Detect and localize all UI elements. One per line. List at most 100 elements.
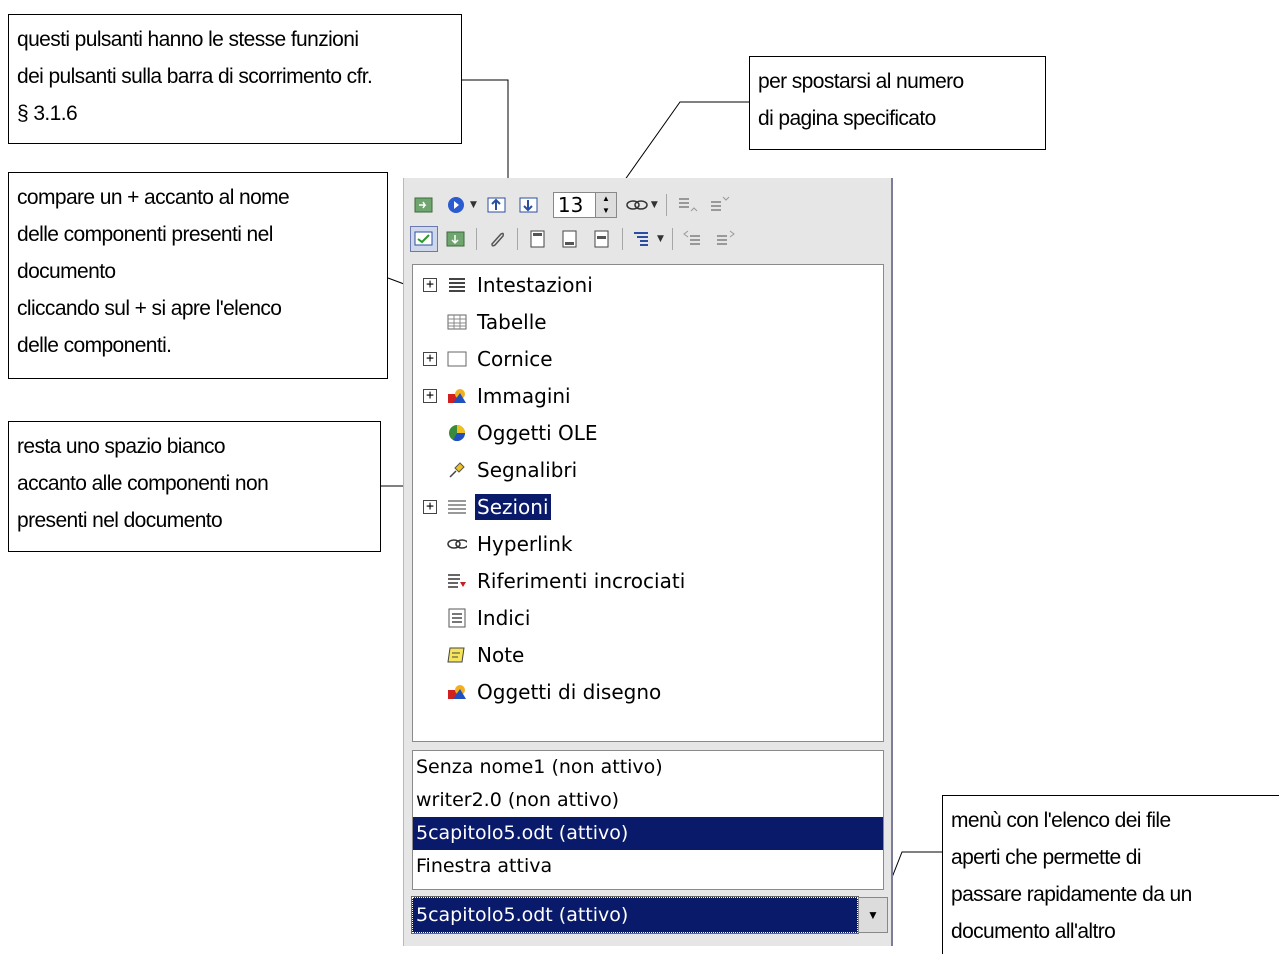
tree-item-segnalibri[interactable]: Segnalibri: [413, 454, 579, 486]
document-option[interactable]: 5capitolo5.odt (attivo): [413, 817, 883, 850]
tree-item-oggetti-disegno[interactable]: Oggetti di disegno: [413, 676, 663, 708]
tree-item-label: Oggetti di disegno: [477, 680, 662, 704]
headings-icon: [447, 275, 467, 295]
callout-line: documento: [17, 260, 116, 283]
cross-reference-icon: [447, 571, 467, 591]
tree-item-label: Note: [477, 643, 525, 667]
callout-blank-space: resta uno spazio bianco accanto alle com…: [8, 421, 381, 552]
navigator-panel: ▼ 13 ▲ ▼ ▼ ▼ + Intestazioni Tabelle + Co…: [403, 178, 893, 946]
demote-chapter-button[interactable]: [711, 226, 739, 252]
callout-page-number: per spostarsi al numero di pagina specif…: [749, 56, 1046, 150]
callout-line: accanto alle componenti non: [17, 472, 269, 495]
callout-plus-sign: compare un + accanto al nome delle compo…: [8, 172, 388, 379]
chevron-down-icon[interactable]: ▼: [657, 234, 664, 244]
stepper-down-icon[interactable]: ▼: [596, 205, 616, 217]
toolbar-separator: [517, 228, 518, 250]
document-option[interactable]: writer2.0 (non attivo): [413, 784, 883, 817]
sections-icon: [447, 497, 467, 517]
tree-item-note[interactable]: Note: [413, 639, 526, 671]
hyperlink-icon: [447, 534, 467, 554]
document-select-value[interactable]: 5capitolo5.odt (attivo): [411, 896, 859, 934]
toolbar-separator: [665, 194, 667, 216]
tree-item-indici[interactable]: Indici: [413, 602, 532, 634]
callout-line: compare un + accanto al nome: [17, 186, 290, 209]
chevron-down-icon[interactable]: ▼: [651, 200, 658, 210]
content-navigation-button[interactable]: [442, 226, 470, 252]
tree-item-cornice[interactable]: + Cornice: [413, 343, 555, 375]
toolbar-separator: [671, 228, 673, 250]
footer-button[interactable]: [556, 226, 584, 252]
promote-chapter-button[interactable]: [679, 226, 707, 252]
tree-item-label: Segnalibri: [477, 458, 578, 482]
tree-item-sezioni[interactable]: + Sezioni: [413, 491, 551, 523]
tree-item-label: Tabelle: [477, 310, 547, 334]
images-icon: [447, 386, 467, 406]
callout-file-menu: menù con l'elenco dei file aperti che pe…: [942, 795, 1279, 954]
chevron-down-icon[interactable]: ▼: [858, 897, 888, 933]
expand-icon[interactable]: +: [423, 500, 437, 514]
tree-item-immagini[interactable]: + Immagini: [413, 380, 573, 412]
content-view-button[interactable]: [410, 192, 438, 218]
page-number-stepper[interactable]: 13 ▲ ▼: [552, 192, 617, 218]
document-option[interactable]: Finestra attiva: [413, 850, 883, 883]
tree-item-label: Intestazioni: [477, 273, 593, 297]
expand-icon[interactable]: +: [423, 352, 437, 366]
promote-level-button[interactable]: [673, 192, 701, 218]
stepper-up-icon[interactable]: ▲: [596, 193, 616, 205]
callout-line: per spostarsi al numero: [758, 70, 964, 93]
navigator-toolbar-row-2: ▼: [410, 224, 743, 254]
tree-item-label: Sezioni: [475, 494, 551, 520]
toggle-list-button[interactable]: [410, 226, 438, 252]
callout-scroll-buttons: questi pulsanti hanno le stesse funzioni…: [8, 14, 462, 144]
callout-line: di pagina specificato: [758, 107, 936, 130]
document-option[interactable]: Senza nome1 (non attivo): [413, 751, 883, 784]
expand-icon[interactable]: +: [423, 389, 437, 403]
heading-levels-button[interactable]: [629, 226, 657, 252]
toolbar-separator: [622, 228, 623, 250]
navigation-button[interactable]: [442, 192, 470, 218]
tree-item-intestazioni[interactable]: + Intestazioni: [413, 269, 595, 301]
callout-line: presenti nel documento: [17, 509, 223, 532]
open-documents-list[interactable]: Senza nome1 (non attivo) writer2.0 (non …: [412, 750, 884, 890]
callout-line: dei pulsanti sulla barra di scorrimento …: [17, 65, 373, 88]
anchor-text-button[interactable]: [588, 226, 616, 252]
toolbar-separator: [476, 228, 477, 250]
demote-level-button[interactable]: [705, 192, 733, 218]
tree-item-label: Indici: [477, 606, 531, 630]
page-number-value[interactable]: 13: [554, 193, 595, 217]
callout-line: § 3.1.6: [17, 102, 78, 125]
tree-item-label: Hyperlink: [477, 532, 573, 556]
tree-item-riferimenti[interactable]: Riferimenti incrociati: [413, 565, 687, 597]
document-select[interactable]: 5capitolo5.odt (attivo) ▼: [411, 896, 888, 934]
frame-icon: [447, 349, 467, 369]
callout-line: questi pulsanti hanno le stesse funzioni: [17, 28, 359, 51]
tree-item-hyperlink[interactable]: Hyperlink: [413, 528, 574, 560]
callout-line: delle componenti presenti nel: [17, 223, 273, 246]
navigator-content-tree[interactable]: + Intestazioni Tabelle + Cornice + Immag…: [412, 264, 884, 742]
tree-item-tabelle[interactable]: Tabelle: [413, 306, 549, 338]
callout-line: cliccando sul + si apre l'elenco: [17, 297, 282, 320]
ole-icon: [447, 423, 467, 443]
callout-line: passare rapidamente da un: [951, 883, 1192, 906]
tree-item-label: Oggetti OLE: [477, 421, 598, 445]
set-reminder-button[interactable]: [483, 226, 511, 252]
chevron-down-icon[interactable]: ▼: [470, 200, 477, 210]
table-icon: [447, 312, 467, 332]
index-icon: [447, 608, 467, 628]
previous-button[interactable]: [483, 192, 511, 218]
drawing-objects-icon: [447, 682, 467, 702]
header-button[interactable]: [524, 226, 552, 252]
drag-mode-button[interactable]: [623, 192, 651, 218]
tree-item-label: Immagini: [477, 384, 571, 408]
navigator-toolbar-row-1: ▼ 13 ▲ ▼ ▼: [410, 190, 737, 220]
callout-line: resta uno spazio bianco: [17, 435, 226, 458]
note-icon: [447, 645, 467, 665]
tree-item-label: Cornice: [477, 347, 553, 371]
callout-line: aperti che permette di: [951, 846, 1142, 869]
expand-icon[interactable]: +: [423, 278, 437, 292]
callout-line: documento all'altro: [951, 920, 1116, 943]
tree-item-label: Riferimenti incrociati: [477, 569, 686, 593]
next-button[interactable]: [515, 192, 543, 218]
tree-item-oggetti-ole[interactable]: Oggetti OLE: [413, 417, 600, 449]
callout-line: delle componenti.: [17, 334, 172, 357]
